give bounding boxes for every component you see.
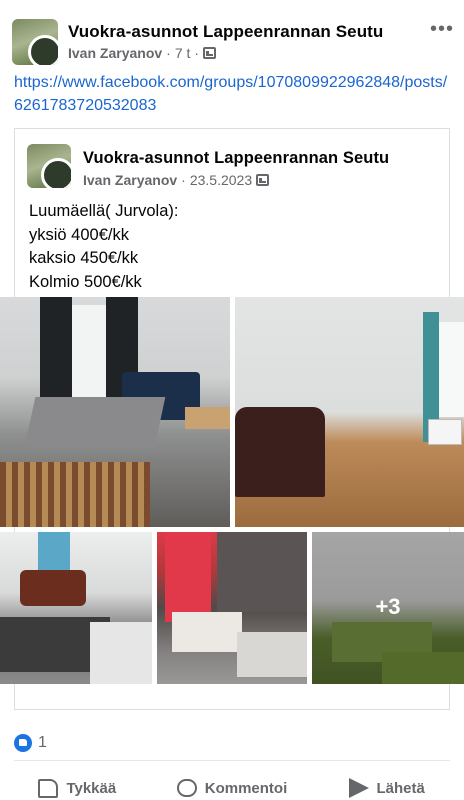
photo-sofa [20, 570, 86, 606]
reactions-summary[interactable]: 1 [14, 734, 47, 752]
comment-button[interactable]: Kommentoi [155, 770, 310, 800]
more-options-icon[interactable]: ••• [430, 18, 454, 41]
meta-separator: · [166, 45, 171, 61]
group-privacy-icon [256, 174, 270, 186]
comment-label: Kommentoi [204, 779, 288, 797]
more-photos-count[interactable]: +3 [312, 594, 464, 620]
shared-group-avatar[interactable] [27, 144, 71, 188]
photo-curtain [165, 532, 211, 622]
like-button[interactable]: Tykkää [0, 770, 155, 800]
photo-bed [172, 612, 242, 652]
photo-wall [217, 532, 307, 612]
text-line: yksiö 400€/kk [29, 225, 129, 244]
photo-sofa-room[interactable] [0, 532, 152, 684]
shared-group-name[interactable]: Vuokra-asunnot Lappeenrannan Seutu [83, 149, 389, 168]
text-line: Luumäellä( Jurvola): [29, 202, 179, 220]
group-avatar[interactable] [12, 19, 58, 65]
divider [14, 760, 450, 761]
comment-icon [176, 779, 197, 797]
photo-armchair [235, 407, 325, 497]
group-name[interactable]: Vuokra-asunnot Lappeenrannan Seutu [68, 22, 383, 42]
photo-bed [24, 397, 166, 447]
photo-window [38, 532, 70, 570]
shared-post-meta: Ivan Zaryanov · 23.5.2023 [83, 172, 270, 188]
post-actions: Tykkää Kommentoi Lähetä [0, 770, 464, 800]
shared-post-text: Luumäellä( Jurvola): yksiö 400€/kk kaksi… [29, 200, 178, 294]
share-button[interactable]: Lähetä [309, 770, 464, 800]
text-line: kaksio 450€/kk [29, 249, 139, 267]
photo-empty-room[interactable] [235, 297, 464, 527]
send-icon [348, 778, 369, 798]
post-link[interactable]: https://www.facebook.com/groups/10708099… [14, 71, 454, 117]
photo-bedroom[interactable] [157, 532, 307, 684]
reaction-count: 1 [38, 734, 47, 751]
thumbs-up-icon [38, 778, 59, 798]
post-header: Vuokra-asunnot Lappeenrannan Seutu Ivan … [0, 0, 464, 70]
meta-separator: · [181, 172, 186, 188]
author-name[interactable]: Ivan Zaryanov [68, 45, 162, 61]
like-label: Tykkää [66, 779, 117, 797]
photo-living-room[interactable] [0, 297, 230, 527]
post-time[interactable]: 7 t [175, 45, 191, 61]
text-line: Kolmio 500€/kk [29, 272, 142, 291]
photo-bed [90, 622, 152, 684]
share-label: Lähetä [376, 779, 425, 797]
photo-heater [428, 419, 462, 445]
photo-table [185, 407, 230, 429]
photo-rug [0, 462, 150, 527]
meta-separator: · [194, 45, 200, 61]
post-meta: Ivan Zaryanov · 7 t · [68, 45, 217, 61]
photo-more[interactable]: +3 [312, 532, 464, 684]
shared-author-name[interactable]: Ivan Zaryanov [83, 172, 177, 188]
shared-post-date[interactable]: 23.5.2023 [190, 172, 252, 188]
group-privacy-icon [203, 47, 217, 59]
photo-bed [237, 632, 307, 677]
like-reaction-icon [14, 734, 32, 752]
